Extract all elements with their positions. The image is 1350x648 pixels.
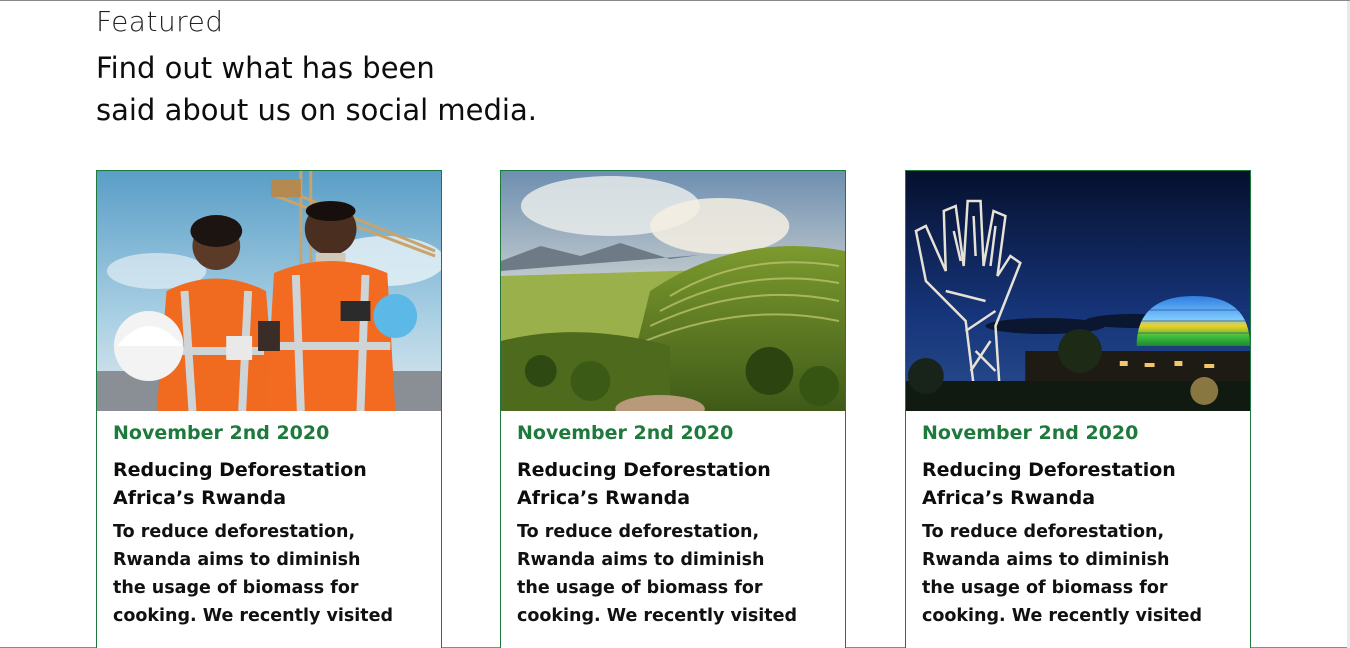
- card-title-line-2[interactable]: Africa’s Rwanda: [517, 484, 807, 512]
- card-excerpt-line: the usage of biomass for: [113, 578, 359, 598]
- headline-line-1: Find out what has been: [96, 51, 435, 85]
- card-excerpt-line: To reduce deforestation,: [517, 522, 760, 542]
- card-title-line-1[interactable]: Reducing Deforestation: [517, 456, 807, 484]
- section-headline: Find out what has been said about us on …: [96, 47, 696, 131]
- card-excerpt: To reduce deforestation, Rwanda aims to …: [922, 518, 1212, 630]
- card-title-line-1[interactable]: Reducing Deforestation: [922, 456, 1212, 484]
- card-title-line-1[interactable]: Reducing Deforestation: [113, 456, 403, 484]
- featured-card[interactable]: November 2nd 2020 Reducing Deforestation…: [905, 170, 1251, 648]
- card-excerpt-line: Rwanda aims to diminish: [113, 550, 361, 570]
- card-excerpt: To reduce deforestation, Rwanda aims to …: [517, 518, 807, 630]
- card-image-landscape[interactable]: [501, 171, 845, 411]
- card-excerpt-line: the usage of biomass for: [922, 578, 1168, 598]
- card-title-line-2[interactable]: Africa’s Rwanda: [113, 484, 403, 512]
- card-image-night-sculpture[interactable]: [906, 171, 1250, 411]
- featured-section: Featured Find out what has been said abo…: [0, 0, 1350, 648]
- featured-card[interactable]: November 2nd 2020 Reducing Deforestation…: [500, 170, 846, 648]
- headline-line-2: said about us on social media.: [96, 93, 537, 127]
- card-excerpt-line: Rwanda aims to diminish: [922, 550, 1170, 570]
- section-eyebrow: Featured: [96, 5, 224, 38]
- card-excerpt-line: cooking. We recently visited: [922, 606, 1203, 626]
- card-image-workers[interactable]: [97, 171, 441, 411]
- card-excerpt-line: To reduce deforestation,: [922, 522, 1165, 542]
- card-excerpt-line: To reduce deforestation,: [113, 522, 356, 542]
- card-excerpt-line: Rwanda aims to diminish: [517, 550, 765, 570]
- card-title-line-2[interactable]: Africa’s Rwanda: [922, 484, 1212, 512]
- card-title[interactable]: Reducing Deforestation Africa’s Rwanda: [922, 456, 1212, 512]
- card-excerpt-line: cooking. We recently visited: [517, 606, 798, 626]
- card-date: November 2nd 2020: [922, 422, 1139, 444]
- card-title[interactable]: Reducing Deforestation Africa’s Rwanda: [517, 456, 807, 512]
- card-title[interactable]: Reducing Deforestation Africa’s Rwanda: [113, 456, 403, 512]
- card-excerpt-line: cooking. We recently visited: [113, 606, 394, 626]
- card-excerpt: To reduce deforestation, Rwanda aims to …: [113, 518, 403, 630]
- card-date: November 2nd 2020: [517, 422, 734, 444]
- card-excerpt-line: the usage of biomass for: [517, 578, 763, 598]
- featured-card[interactable]: November 2nd 2020 Reducing Deforestation…: [96, 170, 442, 648]
- card-date: November 2nd 2020: [113, 422, 330, 444]
- featured-card-list: November 2nd 2020 Reducing Deforestation…: [96, 170, 1256, 648]
